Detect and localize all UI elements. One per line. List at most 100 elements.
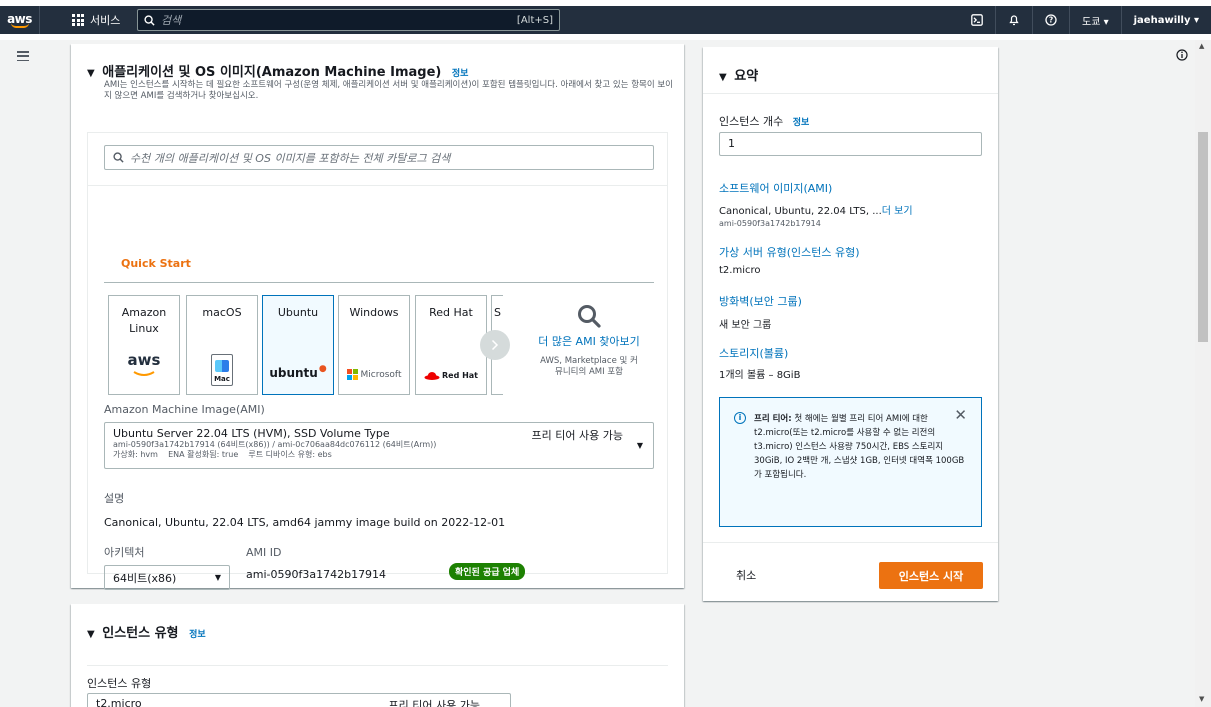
ami-id-label: AMI ID xyxy=(246,546,282,559)
instance-count-label: 인스턴스 개수 정보 xyxy=(719,113,809,129)
instance-type-value: t2.micro xyxy=(96,697,142,707)
instance-type-label: 인스턴스 유형 xyxy=(87,677,152,690)
ami-description: AMI는 인스턴스를 시작하는 데 필요한 소프트웨어 구성(운영 체제, 애플… xyxy=(104,80,673,101)
software-value-text: Canonical, Ubuntu, 22.04 LTS, ... xyxy=(719,206,882,217)
divider xyxy=(87,665,668,666)
search-icon xyxy=(144,14,155,26)
card-name: Red Hat xyxy=(429,306,473,319)
cancel-button[interactable]: 취소 xyxy=(736,567,756,583)
ubuntu-logo-icon: ubuntu ● xyxy=(269,364,327,380)
description-label: 설명 xyxy=(104,492,125,505)
launch-instance-button[interactable]: 인스턴스 시작 xyxy=(879,562,983,589)
storage-link[interactable]: 스토리지(볼륨) xyxy=(719,345,788,361)
search-icon xyxy=(113,152,124,163)
menu-icon[interactable] xyxy=(17,51,29,61)
architecture-label: 아키텍처 xyxy=(104,546,145,559)
architecture-value: 64비트(x86) xyxy=(113,571,177,585)
description-value: Canonical, Ubuntu, 22.04 LTS, amd64 jamm… xyxy=(104,516,506,529)
card-logo-text: aws xyxy=(127,351,161,369)
svg-text:?: ? xyxy=(1049,16,1053,25)
os-card-macos[interactable]: macOS Mac xyxy=(186,295,258,395)
instance-type-select[interactable]: t2.micro 프리 티어 사용 가능 xyxy=(87,693,511,707)
next-arrow-button[interactable] xyxy=(480,330,510,360)
count-info-link[interactable]: 정보 xyxy=(793,118,810,128)
ami-panel: ▼ 애플리케이션 및 OS 이미지(Amazon Machine Image) … xyxy=(71,44,684,590)
divider xyxy=(88,185,667,186)
card-logo-text: ubuntu xyxy=(269,366,318,380)
software-image-id: ami-0590f3a1742b17914 xyxy=(719,219,821,228)
search-placeholder: 검색 xyxy=(161,14,182,27)
region-label: 도쿄 ▾ xyxy=(1082,16,1109,28)
divider xyxy=(703,542,998,543)
ami-select-dropdown[interactable]: Ubuntu Server 22.04 LTS (HVM), SSD Volum… xyxy=(104,422,654,469)
mac-logo-icon: Mac xyxy=(187,354,257,386)
collapse-caret-icon[interactable]: ▼ xyxy=(719,72,727,83)
caret-down-icon: ▼ xyxy=(214,573,221,582)
card-name: Amazon Linux xyxy=(121,306,167,335)
instance-type-title: ▼ 인스턴스 유형 정보 xyxy=(87,622,206,641)
free-tier-alert: i ✕ 프리 티어: 첫 해에는 월별 프리 티어 AMI에 대한 t2.mic… xyxy=(719,397,982,527)
os-card-redhat[interactable]: Red Hat Red Hat xyxy=(415,295,487,395)
cloudshell-icon[interactable] xyxy=(959,6,995,34)
ami-select-label: Amazon Machine Image(AMI) xyxy=(104,403,265,416)
close-icon[interactable]: ✕ xyxy=(954,408,967,423)
help-icon[interactable]: ? xyxy=(1032,6,1069,34)
collapse-caret-icon[interactable]: ▼ xyxy=(87,629,95,640)
info-circle-icon[interactable] xyxy=(1176,49,1188,61)
summary-panel: ▼ 요약 인스턴스 개수 정보 1 소프트웨어 이미지(AMI) Canonic… xyxy=(703,47,998,601)
card-name: Windows xyxy=(349,306,399,319)
tab-underline xyxy=(104,282,654,283)
scroll-up-icon[interactable]: ▲ xyxy=(1199,42,1204,50)
os-card-ubuntu[interactable]: Ubuntu ubuntu ● xyxy=(262,295,334,395)
top-navigation: aws 서비스 검색 [Alt+S] ? 도쿄 ▾ jaehawilly ▾ xyxy=(0,0,1211,40)
browse-more-amis-link[interactable]: 더 많은 AMI 찾아보기 xyxy=(528,334,650,350)
card-name: Ubuntu xyxy=(277,306,319,319)
browse-more-amis[interactable]: 더 많은 AMI 찾아보기 AWS, Marketplace 및 커뮤니티의 A… xyxy=(528,303,650,378)
aws-logo[interactable]: aws xyxy=(0,6,40,34)
aws-navbar: aws 서비스 검색 [Alt+S] ? 도쿄 ▾ jaehawilly ▾ xyxy=(0,6,1211,34)
card-name: S xyxy=(494,306,501,319)
ami-info-link[interactable]: 정보 xyxy=(452,69,469,79)
instance-type-title-text: 인스턴스 유형 xyxy=(102,626,179,641)
ami-catalog-container: 수천 개의 애플리케이션 및 OS 이미지를 포함하는 전체 카탈로그 검색 Q… xyxy=(87,132,668,590)
os-card-windows[interactable]: Windows Microsoft xyxy=(338,295,410,395)
card-name: macOS xyxy=(202,306,242,319)
scroll-down-icon[interactable]: ▼ xyxy=(1199,695,1204,703)
account-menu[interactable]: jaehawilly ▾ xyxy=(1120,6,1211,34)
virtual-server-type-link[interactable]: 가상 서버 유형(인스턴스 유형) xyxy=(719,244,860,260)
scrollbar-thumb[interactable] xyxy=(1198,132,1208,342)
global-search-input[interactable]: 검색 [Alt+S] xyxy=(137,9,560,31)
redhat-logo-icon: Red Hat xyxy=(416,371,486,380)
instance-count-input[interactable]: 1 xyxy=(719,132,982,156)
chevron-right-icon xyxy=(491,339,499,351)
collapse-caret-icon[interactable]: ▼ xyxy=(87,68,95,79)
firewall-value: 새 보안 그룹 xyxy=(719,320,772,331)
firewall-link[interactable]: 방화벽(보안 그룹) xyxy=(719,293,802,309)
grid-icon xyxy=(72,14,84,26)
ami-section-title: ▼ 애플리케이션 및 OS 이미지(Amazon Machine Image) … xyxy=(87,61,468,80)
info-icon: i xyxy=(734,412,746,424)
card-logo-text: Mac xyxy=(214,375,230,383)
catalog-search-input[interactable]: 수천 개의 애플리케이션 및 OS 이미지를 포함하는 전체 카탈로그 검색 xyxy=(104,145,654,170)
ami-free-tier-label: 프리 티어 사용 가능 xyxy=(531,429,623,442)
services-menu[interactable]: 서비스 xyxy=(72,6,120,34)
instance-type-panel: ▼ 인스턴스 유형 정보 인스턴스 유형 t2.micro 프리 티어 사용 가… xyxy=(71,604,684,707)
architecture-select[interactable]: 64비트(x86) ▼ xyxy=(104,565,230,590)
nav-right: ? 도쿄 ▾ jaehawilly ▾ xyxy=(959,6,1211,34)
ami-props: 가상화: hvm ENA 활성화됨: true 루트 디바이스 유형: ebs xyxy=(113,450,332,459)
show-more-link[interactable]: 더 보기 xyxy=(882,206,913,217)
os-card-amazon-linux[interactable]: Amazon Linux aws xyxy=(108,295,180,395)
page-scrollbar[interactable]: ▲ ▼ xyxy=(1195,40,1211,707)
account-label: jaehawilly ▾ xyxy=(1133,14,1199,26)
instance-type-free-tier: 프리 티어 사용 가능 xyxy=(388,699,480,707)
card-logo-text: Red Hat xyxy=(441,371,478,380)
instance-type-info-link[interactable]: 정보 xyxy=(189,630,206,640)
ami-id-value: ami-0590f3a1742b17914 xyxy=(246,568,387,581)
tab-quick-start[interactable]: Quick Start xyxy=(121,257,191,270)
browse-more-amis-subtext: AWS, Marketplace 및 커뮤니티의 AMI 포함 xyxy=(540,356,638,377)
ami-title-text: 애플리케이션 및 OS 이미지(Amazon Machine Image) xyxy=(102,65,442,80)
software-image-link[interactable]: 소프트웨어 이미지(AMI) xyxy=(719,180,832,196)
verified-provider-badge: 확인된 공급 업체 xyxy=(449,563,526,580)
bell-icon[interactable] xyxy=(995,6,1032,34)
region-selector[interactable]: 도쿄 ▾ xyxy=(1069,6,1121,34)
